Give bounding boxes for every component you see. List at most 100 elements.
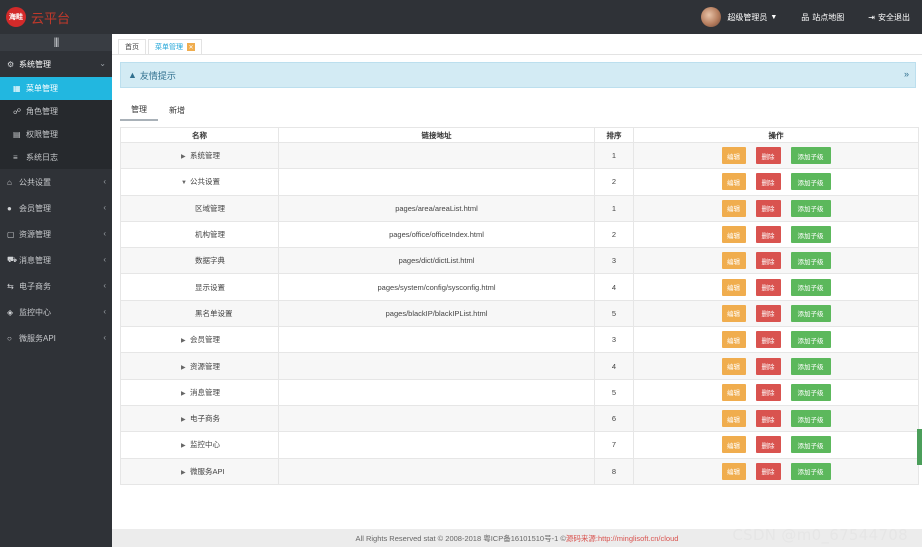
chevron-left-icon: ‹: [103, 255, 106, 264]
tab-add[interactable]: 新增: [158, 100, 196, 121]
tab-manage[interactable]: 管理: [120, 100, 158, 121]
edit-button[interactable]: 编辑: [721, 147, 746, 165]
delete-button[interactable]: 删除: [755, 331, 781, 349]
sidebar-item-message[interactable]: ⛟ 消息管理 ‹: [0, 247, 112, 273]
add-child-button[interactable]: 添加子级: [790, 410, 831, 428]
user-menu[interactable]: 超级管理员 ▼: [701, 7, 789, 27]
delete-button[interactable]: 删除: [755, 436, 781, 454]
caret-right-icon[interactable]: ▶: [181, 416, 190, 423]
sidebar-item-label: 消息管理: [19, 255, 51, 265]
edit-button[interactable]: 编辑: [721, 304, 746, 322]
delete-button[interactable]: 删除: [755, 462, 781, 480]
sidebar-item-public[interactable]: ⌂ 公共设置 ‹: [0, 169, 112, 195]
sitemap-label: 站点地图: [812, 12, 845, 22]
cell-actions: 编辑 删除 添加子级: [633, 299, 919, 328]
chevron-left-icon: ‹: [103, 229, 106, 238]
edit-button[interactable]: 编辑: [721, 462, 746, 480]
delete-button[interactable]: 删除: [755, 304, 781, 322]
caret-down-icon[interactable]: ▼: [181, 180, 190, 186]
sidebar-item-ecommerce[interactable]: ⇆ 电子商务 ‹: [0, 273, 112, 299]
edit-button[interactable]: 编辑: [721, 331, 746, 349]
edit-button[interactable]: 编辑: [721, 226, 746, 244]
cell-name[interactable]: ▶ 微服务API: [120, 457, 279, 485]
sidebar-item-member[interactable]: ● 会员管理 ‹: [0, 195, 112, 221]
cell-link: [278, 168, 595, 196]
delete-button[interactable]: 删除: [755, 199, 781, 217]
caret-right-icon[interactable]: ▶: [181, 153, 190, 160]
sidebar-item-monitor[interactable]: ◈ 监控中心 ‹: [0, 299, 112, 325]
add-child-button[interactable]: 添加子级: [790, 436, 831, 454]
edit-button[interactable]: 编辑: [721, 278, 746, 296]
tab-menu-management[interactable]: 菜单管理 ✕: [148, 39, 202, 54]
cell-actions: 编辑 删除 添加子级: [633, 431, 919, 459]
gears-icon: ⚙: [7, 59, 15, 69]
delete-button[interactable]: 删除: [755, 252, 781, 270]
edit-button[interactable]: 编辑: [721, 383, 746, 401]
sidebar-subitem-permission[interactable]: ▤ 权限管理: [0, 123, 112, 146]
caret-right-icon[interactable]: ▶: [181, 364, 190, 371]
delete-button[interactable]: 删除: [755, 147, 781, 165]
cell-name[interactable]: ▶ 监控中心: [120, 431, 279, 459]
sidebar-item-api[interactable]: ○ 微服务API ‹: [0, 325, 112, 351]
delete-button[interactable]: 删除: [755, 410, 781, 428]
delete-button[interactable]: 删除: [755, 173, 781, 191]
edit-button[interactable]: 编辑: [721, 410, 746, 428]
cell-order: 3: [594, 326, 634, 354]
tab-home[interactable]: 首页: [118, 39, 146, 54]
sidebar-toggle[interactable]: |||: [0, 34, 112, 51]
double-chevron-down-icon[interactable]: »: [904, 69, 909, 79]
sidebar-subitem-log[interactable]: ≡ 系统日志: [0, 146, 112, 169]
close-icon[interactable]: ✕: [187, 43, 195, 51]
edit-button[interactable]: 编辑: [721, 199, 746, 217]
logout-link[interactable]: ⇥ 安全退出: [856, 0, 922, 34]
cell-actions: 编辑 删除 添加子级: [633, 352, 919, 380]
cell-name[interactable]: ▶ 系统管理: [120, 141, 279, 170]
add-child-button[interactable]: 添加子级: [790, 147, 831, 165]
cell-link: pages/dict/dictList.html: [278, 247, 595, 275]
delete-button[interactable]: 删除: [755, 383, 781, 401]
sidebar-item-system[interactable]: ⚙ 系统管理 ⌄: [0, 51, 112, 77]
caret-right-icon[interactable]: ▶: [181, 337, 190, 344]
users-icon: ☍: [13, 107, 22, 116]
add-child-button[interactable]: 添加子级: [790, 331, 831, 349]
sidebar-subitem-menu[interactable]: ▦ 菜单管理: [0, 77, 112, 100]
user-name: 超级管理员: [727, 12, 768, 22]
cell-name[interactable]: ▶ 资源管理: [120, 352, 279, 380]
add-child-button[interactable]: 添加子级: [790, 226, 831, 244]
cell-actions: 编辑 删除 添加子级: [633, 378, 919, 406]
footer-source-label: 源码来源:: [565, 533, 598, 543]
cell-name[interactable]: ▶ 会员管理: [120, 326, 279, 354]
edit-button[interactable]: 编辑: [721, 357, 746, 375]
delete-button[interactable]: 删除: [755, 278, 781, 296]
sidebar-item-resource[interactable]: ▢ 资源管理 ‹: [0, 221, 112, 247]
add-child-button[interactable]: 添加子级: [790, 173, 831, 191]
caret-right-icon[interactable]: ▶: [181, 390, 190, 397]
edit-button[interactable]: 编辑: [721, 252, 746, 270]
brand-logo[interactable]: 海畦 云平台: [6, 7, 70, 27]
windows-icon: ▦: [13, 84, 21, 93]
sidebar-subitem-role[interactable]: ☍ 角色管理: [0, 100, 112, 123]
cell-link: [278, 326, 595, 354]
add-child-button[interactable]: 添加子级: [790, 383, 831, 401]
table-row: 黑名单设置 pages/blackIP/blackIPList.html 5 编辑 删除…: [120, 299, 919, 328]
add-child-button[interactable]: 添加子级: [790, 278, 831, 296]
add-child-button[interactable]: 添加子级: [790, 199, 831, 217]
menu-name: 电子商务: [190, 414, 220, 424]
sitemap-link[interactable]: 品 站点地图: [789, 0, 856, 34]
caret-right-icon[interactable]: ▶: [181, 442, 190, 449]
edit-button[interactable]: 编辑: [721, 436, 746, 454]
edit-button[interactable]: 编辑: [721, 173, 746, 191]
cell-name[interactable]: ▶ 电子商务: [120, 404, 279, 433]
chevron-down-icon: ⌄: [99, 59, 106, 68]
add-child-button[interactable]: 添加子级: [790, 357, 831, 375]
cell-name[interactable]: ▼ 公共设置: [120, 168, 279, 196]
side-float-tab[interactable]: [917, 429, 922, 465]
footer-source-link[interactable]: http://minglisoft.cn/cloud: [598, 534, 678, 543]
add-child-button[interactable]: 添加子级: [790, 252, 831, 270]
delete-button[interactable]: 删除: [755, 357, 781, 375]
add-child-button[interactable]: 添加子级: [790, 304, 831, 322]
cell-name[interactable]: ▶ 消息管理: [120, 378, 279, 406]
delete-button[interactable]: 删除: [755, 226, 781, 244]
add-child-button[interactable]: 添加子级: [790, 462, 831, 480]
caret-right-icon[interactable]: ▶: [181, 469, 190, 476]
